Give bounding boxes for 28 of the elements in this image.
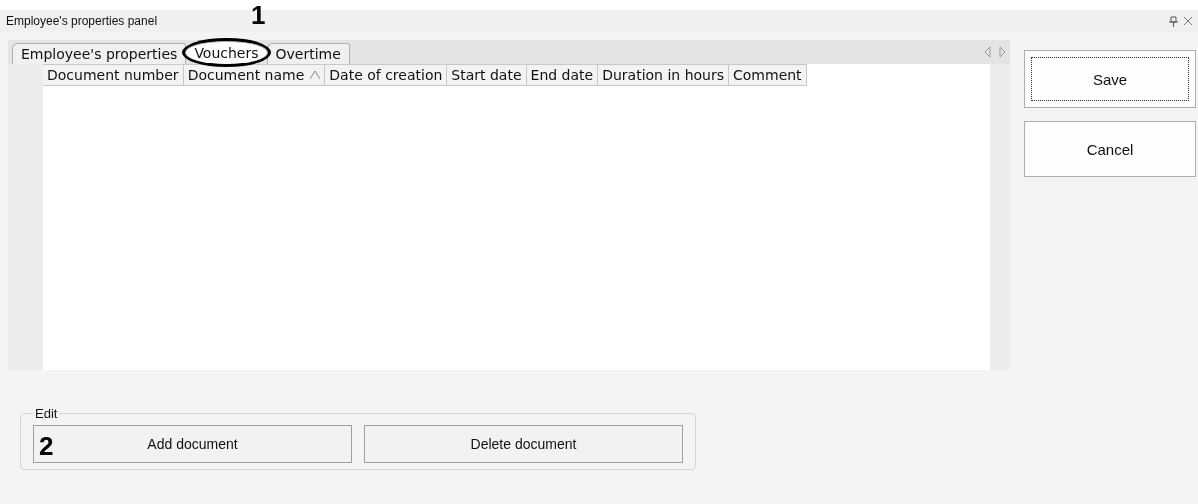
column-header[interactable]: Comment [729,64,807,86]
column-label: Document name [187,67,305,83]
column-header[interactable]: Date of creation [325,64,448,86]
pin-icon[interactable] [1169,15,1178,27]
tab-scroll-arrows-icon[interactable] [984,46,1006,58]
column-header[interactable]: Document number [43,64,184,86]
column-header[interactable]: Start date [447,64,527,86]
cancel-button[interactable]: Cancel [1024,121,1196,177]
tab[interactable]: Vouchers [185,41,268,64]
column-label: Start date [451,67,522,83]
column-label: Duration in hours [602,67,724,83]
delete-document-button[interactable]: Delete document [364,425,683,463]
column-label: Date of creation [329,67,443,83]
column-label: Document number [47,67,179,83]
annotation-number: 1 [251,2,266,28]
tab[interactable]: Employee's properties [12,43,187,64]
column-label: Comment [733,67,802,83]
annotation-number: 2 [39,433,54,459]
save-button[interactable]: Save [1024,50,1196,108]
column-header[interactable]: Document name [183,64,326,86]
column-header[interactable]: Duration in hours [598,64,729,86]
tab[interactable]: Overtime [266,43,350,64]
panel-title: Employee's properties panel [6,14,158,28]
scrollbar-track[interactable] [990,64,1010,370]
column-label: End date [530,67,594,83]
close-icon[interactable] [1184,17,1192,25]
group-title: Edit [34,406,59,421]
column-header[interactable]: End date [526,64,599,86]
